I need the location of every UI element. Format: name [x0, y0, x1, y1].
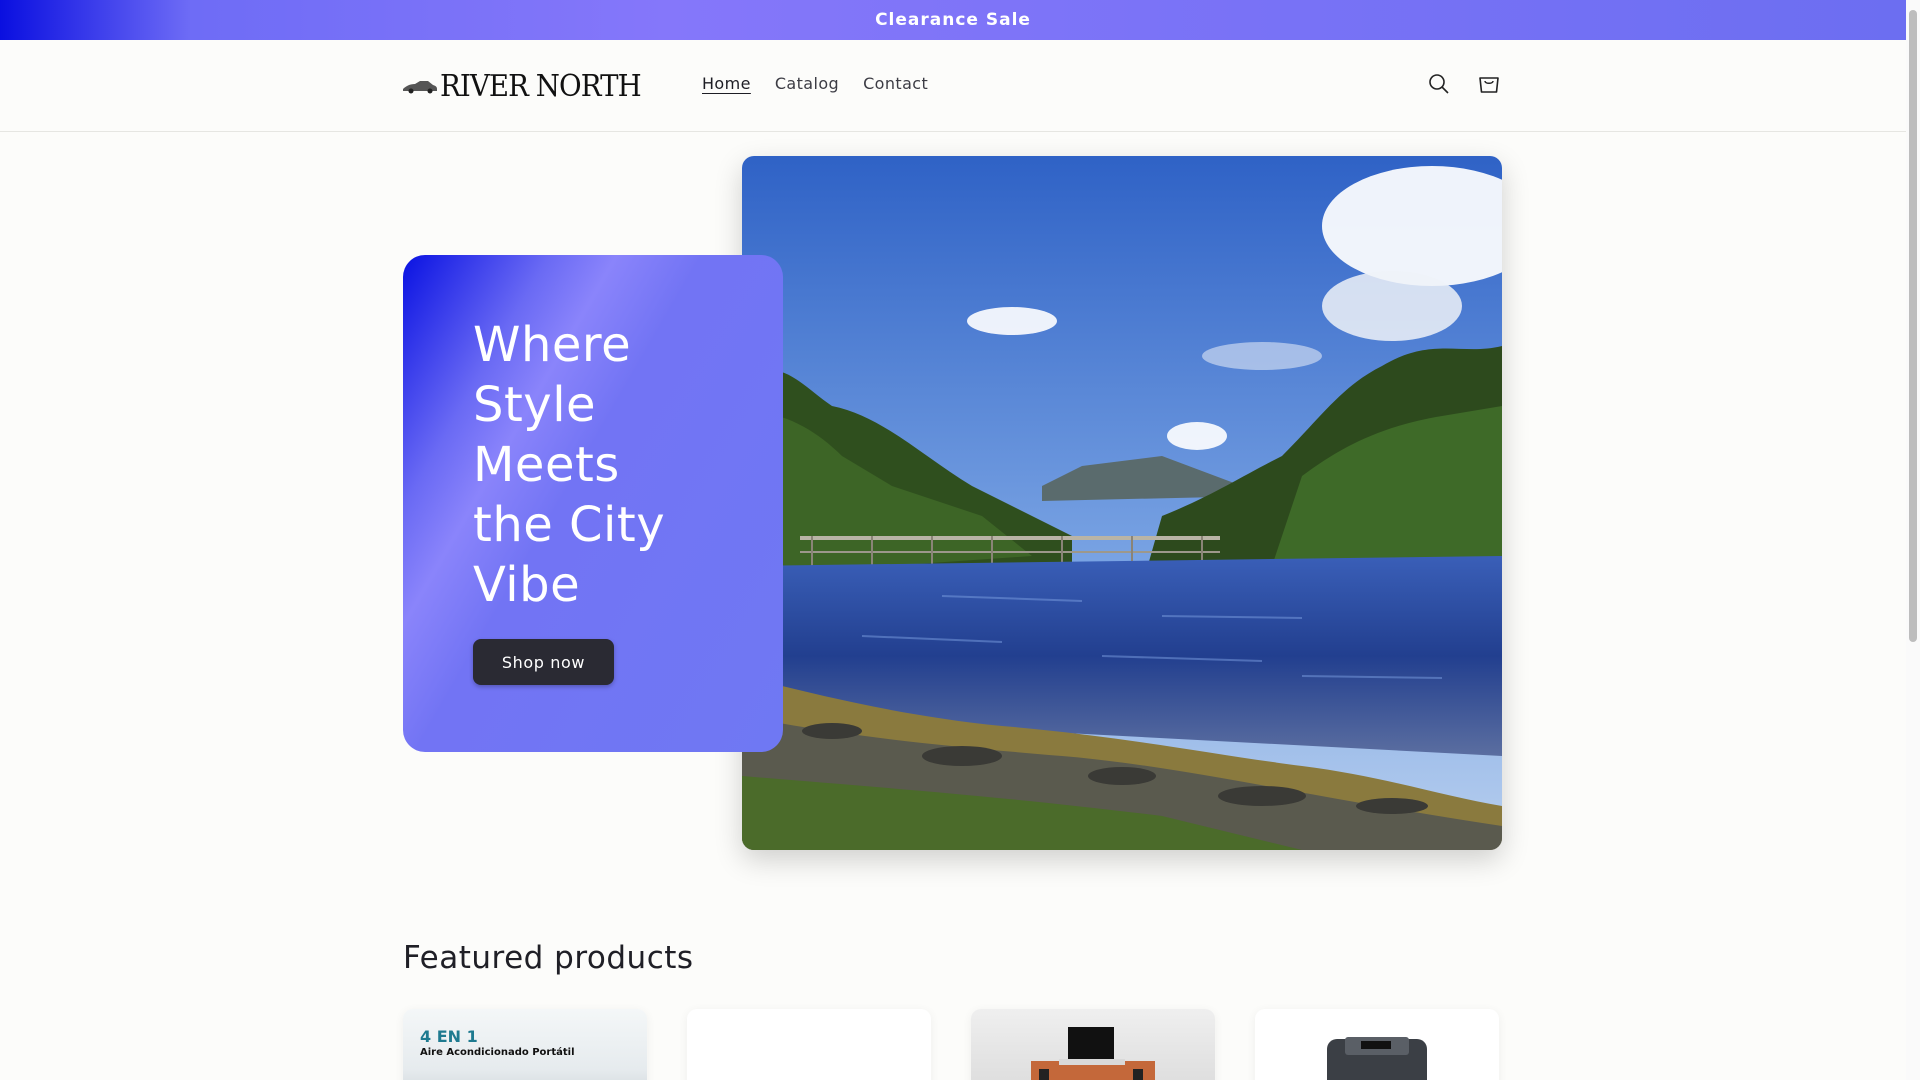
- featured-products-title: Featured products: [403, 940, 694, 976]
- page-scrollbar[interactable]: [1906, 0, 1920, 1080]
- hero-title: Where Style Meets the City Vibe: [473, 317, 666, 613]
- store-logo[interactable]: RIVER NORTH: [402, 66, 658, 106]
- logo-text: RIVER NORTH: [440, 68, 642, 104]
- product-subtitle: Aire Acondicionado Portátil: [420, 1047, 575, 1058]
- hero-image: [742, 156, 1502, 850]
- car-icon: [403, 81, 437, 94]
- site-header: RIVER NORTH Home Catalog Contact: [0, 40, 1906, 132]
- header-actions: [1425, 70, 1503, 98]
- nav-catalog[interactable]: Catalog: [775, 74, 839, 93]
- main-nav: Home Catalog Contact: [702, 74, 928, 93]
- shop-now-button[interactable]: Shop now: [473, 639, 614, 685]
- product-image: [1327, 1037, 1427, 1080]
- search-icon[interactable]: [1425, 70, 1453, 98]
- nav-contact[interactable]: Contact: [863, 74, 928, 93]
- announcement-text: Clearance Sale: [875, 10, 1031, 30]
- announcement-bar: Clearance Sale: [0, 0, 1906, 40]
- product-card[interactable]: [1255, 1009, 1499, 1080]
- nav-home[interactable]: Home: [702, 74, 751, 93]
- featured-products-grid: 4 EN 1 Aire Acondicionado Portátil: [403, 1009, 1499, 1080]
- product-card[interactable]: [971, 1009, 1215, 1080]
- product-card[interactable]: [687, 1009, 931, 1080]
- cart-icon[interactable]: [1475, 70, 1503, 98]
- scrollbar-thumb[interactable]: [1909, 10, 1917, 642]
- product-badge: 4 EN 1: [420, 1027, 478, 1046]
- hero-banner-card: Where Style Meets the City Vibe Shop now: [403, 255, 783, 752]
- product-card[interactable]: 4 EN 1 Aire Acondicionado Portátil: [403, 1009, 647, 1080]
- product-image: [1031, 1027, 1155, 1080]
